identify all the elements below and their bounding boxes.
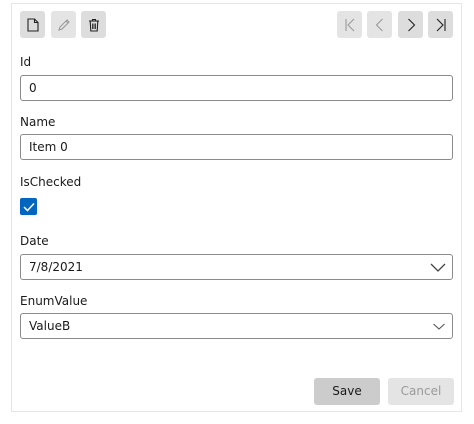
previous-item-button[interactable]: [367, 11, 392, 38]
id-label: Id: [20, 55, 32, 69]
chevron-left-icon: [375, 18, 383, 31]
ischecked-checkbox[interactable]: [20, 198, 37, 215]
pencil-icon: [57, 18, 70, 31]
last-item-button[interactable]: [428, 11, 453, 38]
chevron-right-icon: [407, 18, 415, 31]
date-picker[interactable]: 7/8/2021: [20, 254, 453, 280]
enumvalue-dropdown[interactable]: ValueB: [20, 313, 453, 339]
new-item-button[interactable]: [20, 11, 45, 38]
chevron-down-icon: [433, 323, 445, 330]
date-label: Date: [20, 234, 49, 248]
cancel-button[interactable]: Cancel: [388, 378, 454, 405]
next-item-button[interactable]: [398, 11, 423, 38]
delete-item-button[interactable]: [81, 11, 106, 38]
checkmark-icon: [22, 202, 35, 212]
last-page-icon: [436, 18, 446, 31]
save-button[interactable]: Save: [314, 378, 380, 405]
id-field[interactable]: 0: [20, 75, 453, 101]
first-page-icon: [344, 18, 354, 31]
first-item-button[interactable]: [337, 11, 362, 38]
item-editor-panel: [11, 3, 462, 412]
enumvalue-label: EnumValue: [20, 294, 88, 308]
chevron-down-icon: [430, 263, 446, 272]
edit-item-button[interactable]: [51, 11, 76, 38]
name-label: Name: [20, 115, 56, 129]
ischecked-label: IsChecked: [20, 175, 82, 189]
name-field[interactable]: Item 0: [20, 134, 453, 160]
date-value: 7/8/2021: [29, 260, 83, 274]
trash-icon: [88, 18, 99, 32]
new-document-icon: [26, 17, 39, 32]
enumvalue-value: ValueB: [29, 319, 71, 333]
